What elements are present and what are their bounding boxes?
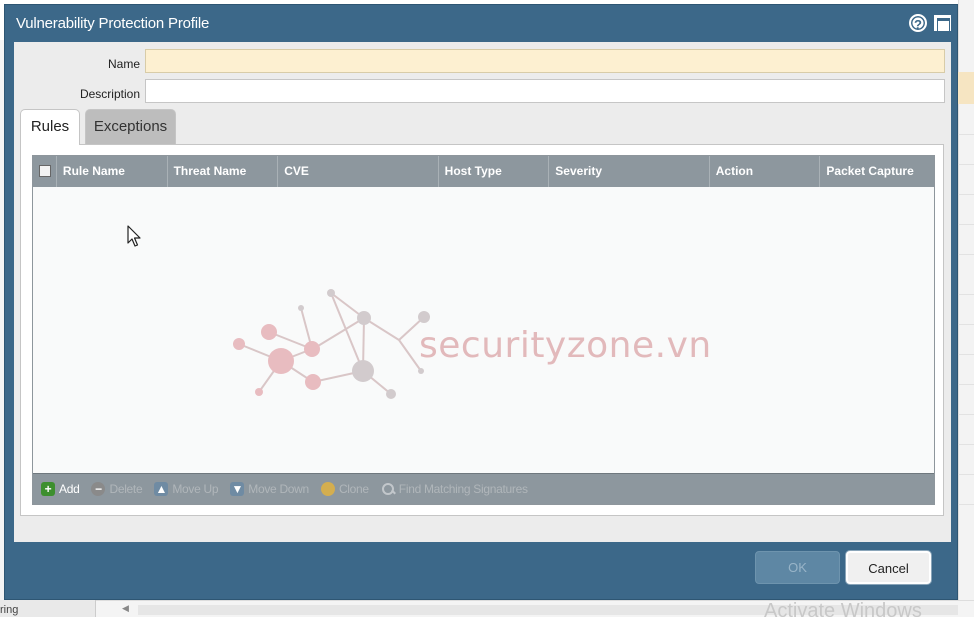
background-row-divider xyxy=(958,504,974,505)
minus-icon: − xyxy=(91,482,106,496)
add-button[interactable]: + Add xyxy=(41,482,80,496)
column-header-threat-name[interactable]: Threat Name xyxy=(168,156,279,187)
description-label: Description xyxy=(79,87,140,101)
background-row-divider xyxy=(958,474,974,475)
arrow-up-icon: ▲ xyxy=(154,482,169,496)
background-row-divider xyxy=(958,414,974,415)
search-icon xyxy=(381,482,395,496)
background-bottom-text: ring xyxy=(0,604,19,616)
grid-toolbar: + Add − Delete ▲ Move Up ▼ Move Down Clo… xyxy=(33,473,934,504)
background-row-divider xyxy=(958,384,974,385)
site-watermark: securityzone.vn xyxy=(229,287,749,407)
grid-body-empty: securityzone.vn xyxy=(33,187,934,473)
description-input[interactable] xyxy=(145,79,945,103)
watermark-text: securityzone.vn xyxy=(419,325,712,366)
vulnerability-profile-dialog: Vulnerability Protection Profile ? Name … xyxy=(4,4,958,600)
column-header-rule-name[interactable]: Rule Name xyxy=(57,156,168,187)
background-row-divider xyxy=(958,164,974,165)
background-row-divider xyxy=(958,254,974,255)
tab-rules[interactable]: Rules xyxy=(20,109,80,145)
background-row-divider xyxy=(958,194,974,195)
dialog-title-bar[interactable]: Vulnerability Protection Profile ? xyxy=(5,5,957,42)
select-all-checkbox[interactable] xyxy=(39,165,51,177)
column-header-packet-capture[interactable]: Packet Capture xyxy=(820,156,934,187)
background-row-divider xyxy=(958,134,974,135)
mouse-cursor-icon xyxy=(127,225,141,247)
arrow-down-icon: ▼ xyxy=(230,482,245,496)
maximize-icon[interactable] xyxy=(934,15,951,32)
clone-label: Clone xyxy=(338,482,369,496)
clone-icon xyxy=(320,482,335,496)
plus-icon: + xyxy=(41,482,55,496)
cancel-button[interactable]: Cancel xyxy=(846,551,931,584)
find-matching-signatures-button[interactable]: Find Matching Signatures xyxy=(381,482,528,496)
background-row-divider xyxy=(958,294,974,295)
rules-grid: Rule Name Threat Name CVE Host Type Seve… xyxy=(32,155,935,505)
name-input[interactable] xyxy=(145,49,945,73)
add-label: Add xyxy=(59,482,80,496)
name-label: Name xyxy=(107,57,140,71)
find-label: Find Matching Signatures xyxy=(398,482,528,496)
grid-header: Rule Name Threat Name CVE Host Type Seve… xyxy=(33,156,934,187)
delete-label: Delete xyxy=(109,482,143,496)
background-row-divider xyxy=(958,444,974,445)
column-header-severity[interactable]: Severity xyxy=(549,156,710,187)
ok-button[interactable]: OK xyxy=(755,551,840,584)
scroll-left-arrow-icon[interactable]: ◀ xyxy=(122,603,129,614)
help-icon[interactable]: ? xyxy=(909,14,927,32)
column-header-action[interactable]: Action xyxy=(710,156,821,187)
delete-button[interactable]: − Delete xyxy=(91,482,143,496)
rules-tab-panel: Rule Name Threat Name CVE Host Type Seve… xyxy=(20,144,944,516)
column-header-cve[interactable]: CVE xyxy=(278,156,439,187)
move-down-label: Move Down xyxy=(248,482,309,496)
dialog-title: Vulnerability Protection Profile xyxy=(16,15,210,32)
move-up-button[interactable]: ▲ Move Up xyxy=(154,482,219,496)
clone-button[interactable]: Clone xyxy=(320,482,369,496)
move-down-button[interactable]: ▼ Move Down xyxy=(230,482,309,496)
background-row-divider xyxy=(958,324,974,325)
background-selected-row xyxy=(958,72,974,104)
column-header-host-type[interactable]: Host Type xyxy=(439,156,550,187)
select-all-cell xyxy=(33,156,57,187)
os-activation-watermark: Activate Windows xyxy=(764,600,922,617)
move-up-label: Move Up xyxy=(172,482,219,496)
background-row-divider xyxy=(958,354,974,355)
dialog-content: Name Description Rules Exceptions Rule N… xyxy=(14,42,951,542)
background-row-divider xyxy=(958,224,974,225)
tab-exceptions[interactable]: Exceptions xyxy=(85,109,176,145)
